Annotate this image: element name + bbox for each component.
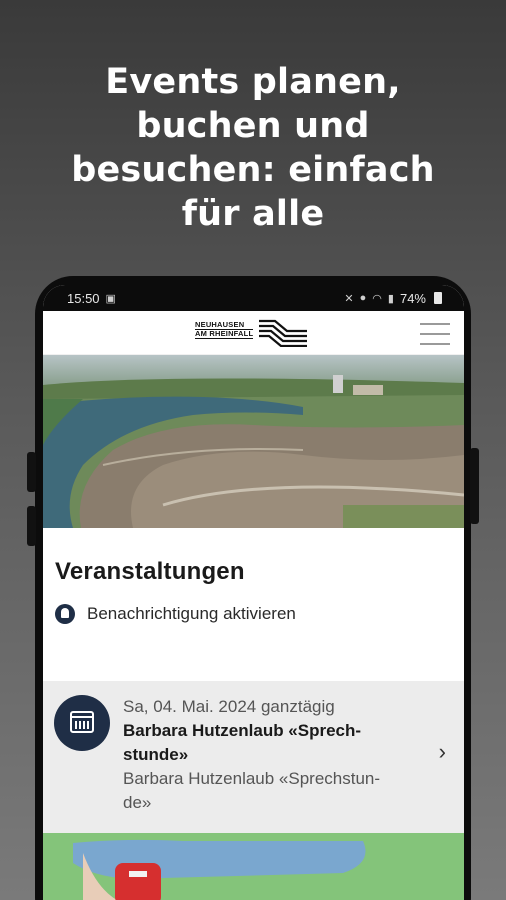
aerial-town-image [43,355,464,528]
headline-line: für alle [181,194,325,234]
app-header: NEUHAUSEN AM RHEINFALL [43,311,464,355]
calendar-badge [54,695,110,751]
hamburger-menu-icon[interactable] [420,323,450,345]
power-button [470,448,479,524]
event-subtitle-line: Barbara Hutzenlaub «Sprechstun- [123,769,381,788]
screenshot-icon: ▣ [105,292,116,305]
logo-text: NEUHAUSEN AM RHEINFALL [195,321,254,339]
status-time: 15:50 [67,290,100,306]
wifi-icon: ◠ [372,292,382,305]
status-bar: 15:50 ▣ ✕ ● ◠ ▮ 74% [43,285,464,311]
phone-screen: 15:50 ▣ ✕ ● ◠ ▮ 74% NEUHAUSEN AM RHEINFA… [43,285,464,900]
page-title: Veranstaltungen [55,558,245,585]
mute-icon: ✕ [344,292,354,305]
neuhausen-logo[interactable]: NEUHAUSEN AM RHEINFALL [195,317,307,351]
waterfall-logo-icon [259,319,307,347]
location-icon: ● [359,292,367,304]
volume-down-button [27,506,36,546]
promo-headline: Events planen, buchen und besuchen: einf… [0,60,506,236]
event-title-line: stunde» [123,745,189,764]
calendar-icon [70,711,94,733]
logo-line2: AM RHEINFALL [195,329,254,339]
chevron-right-icon[interactable]: › [439,739,446,765]
event-date: Sa, 04. Mai. 2024 ganztägig [123,697,335,716]
event-title-line: Barbara Hutzenlaub «Sprech- [123,721,362,740]
headline-line: besuchen: einfach [71,150,435,190]
event-subtitle-line: de» [123,793,152,812]
event-photo [43,833,464,900]
event-list-item[interactable]: Sa, 04. Mai. 2024 ganztägig Barbara Hutz… [43,681,464,833]
bell-icon [55,604,75,624]
battery-level: 74% [399,290,426,306]
volume-up-button [27,452,36,492]
events-section: Veranstaltungen Benachrichtigung aktivie… [43,558,464,624]
event-text: Sa, 04. Mai. 2024 ganztägig Barbara Hutz… [123,695,423,815]
notification-toggle[interactable]: Benachrichtigung aktivieren [55,604,464,624]
signal-icon: ▮ [387,292,394,305]
notification-label: Benachrichtigung aktivieren [87,604,296,623]
headline-line: Events planen, [105,62,401,102]
battery-icon [434,292,442,304]
headline-line: buchen und [136,106,370,146]
